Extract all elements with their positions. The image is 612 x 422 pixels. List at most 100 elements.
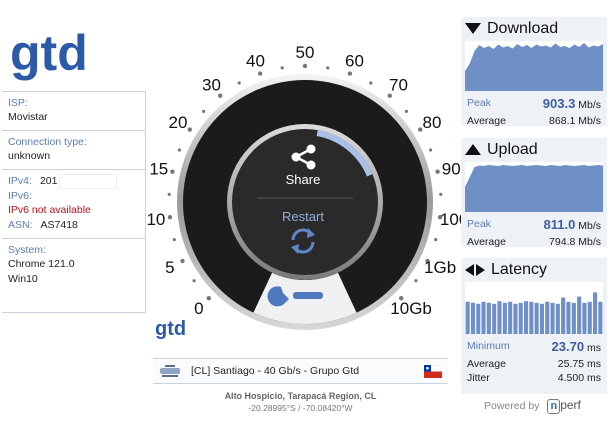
server-selector[interactable]: [CL] Santiago - 40 Gb/s - Grupo Gtd xyxy=(153,358,448,384)
isp-label: ISP: xyxy=(8,97,28,109)
download-title: Download xyxy=(487,20,559,37)
download-trace xyxy=(465,43,603,91)
nperf-logo[interactable]: n perf xyxy=(547,398,581,414)
upload-panel: Upload Peak 811.0 Mb/s Average 794.8 Mb/… xyxy=(461,138,607,249)
upload-peak-unit: Mb/s xyxy=(578,220,601,232)
gauge-scale-label: 30 xyxy=(202,76,221,95)
asn-label: ASN: xyxy=(8,219,33,231)
gauge-scale-label: 10 xyxy=(146,210,165,229)
download-arrow-icon xyxy=(465,23,481,34)
gauge-tick-dot xyxy=(302,63,308,69)
gauge-scale-label: 10Gb xyxy=(390,299,432,318)
gauge-scale-label: 40 xyxy=(246,51,265,70)
server-location: Alto Hospicio, Tarapacá Region, CL xyxy=(224,391,377,401)
gauge-tick-dot xyxy=(434,238,438,242)
latency-minimum-row: Minimum 23.70 ms xyxy=(461,338,607,357)
latency-bar xyxy=(561,297,566,334)
gauge-scale-label: 70 xyxy=(389,76,408,95)
latency-bar xyxy=(476,303,481,334)
gauge-tick-dot xyxy=(202,109,206,113)
jitter-label: Jitter xyxy=(467,372,490,384)
gauge-tick-dot xyxy=(206,296,211,301)
connection-type-value: unknown xyxy=(8,150,51,162)
gauge-tick-dot xyxy=(180,258,185,264)
gauge-tick-dot xyxy=(429,148,433,152)
latency-title: Latency xyxy=(491,261,548,278)
latency-panel: Latency Minimum 23.70 ms Average 25.75 m… xyxy=(461,258,607,394)
system-browser: Chrome 121.0 xyxy=(8,258,75,270)
latency-bar xyxy=(524,301,529,334)
upload-chart xyxy=(465,162,603,212)
latency-bar xyxy=(587,301,592,334)
jitter-value: 4.500 ms xyxy=(557,372,601,384)
latency-bar xyxy=(508,301,513,334)
latency-bar xyxy=(492,303,497,334)
isp-group: ISP: Movistar xyxy=(2,92,145,131)
gtd-logo: gtd xyxy=(10,25,88,81)
upload-average-label: Average xyxy=(467,236,506,248)
latency-average-label: Average xyxy=(467,358,506,370)
latency-chart xyxy=(465,282,603,334)
powered-by: Powered by n perf xyxy=(484,398,581,414)
latency-average-value: 25.75 ms xyxy=(557,358,601,370)
ipv6-label: IPv6: xyxy=(8,190,32,202)
ip-redaction xyxy=(59,174,118,189)
isp-value: Movistar xyxy=(8,111,48,123)
latency-header: Latency xyxy=(461,258,607,282)
gauge-tick-dot xyxy=(414,279,418,283)
upload-trace xyxy=(465,165,603,212)
gauge-tick-dot xyxy=(257,71,263,76)
gauge-scale-label: 50 xyxy=(296,43,315,62)
jitter-row: Jitter 4.500 ms xyxy=(461,371,607,385)
latency-bar xyxy=(502,302,507,334)
gauge-scale-label: 90 xyxy=(442,160,461,179)
gauge-tick-dot xyxy=(170,169,175,174)
download-peak-label: Peak xyxy=(467,97,491,109)
server-icon xyxy=(160,365,180,377)
gauge-tick-dot xyxy=(280,66,284,70)
latency-bar xyxy=(539,303,544,334)
ipv4-label: IPv4: xyxy=(8,175,32,187)
gauge-tick-dot xyxy=(187,127,192,132)
download-peak-unit: Mb/s xyxy=(578,99,601,111)
latency-bar xyxy=(566,301,571,334)
latency-bar xyxy=(465,301,470,334)
latency-bar xyxy=(486,302,491,334)
upload-peak-label: Peak xyxy=(467,218,491,230)
gauge-svg: 05101520304050607080901001Gb10Gb Share R… xyxy=(146,43,465,330)
gauge-scale-label: 60 xyxy=(345,51,364,70)
upload-average-row: Average 794.8 Mb/s xyxy=(461,235,607,249)
latency-arrows-icon xyxy=(465,264,485,276)
latency-bar xyxy=(518,302,523,334)
connection-info-panel: ISP: Movistar Connection type: unknown I… xyxy=(2,91,146,313)
server-name: [CL] Santiago - 40 Gb/s - Grupo Gtd xyxy=(191,365,360,377)
latency-bar xyxy=(470,302,475,334)
gauge-tick-dot xyxy=(404,109,408,113)
upload-peak-row: Peak 811.0 Mb/s xyxy=(461,216,607,235)
download-panel: Download Peak 903.3 Mb/s Average 868.1 M… xyxy=(461,17,607,128)
speed-gauge: 05101520304050607080901001Gb10Gb Share R… xyxy=(145,40,465,350)
system-label: System: xyxy=(8,244,46,256)
gauge-tick-dot xyxy=(439,192,443,196)
gauge-tick-dot xyxy=(347,71,353,76)
asn-row: ASN: AS7418 xyxy=(8,218,139,233)
latency-bar xyxy=(593,292,598,334)
latency-bar xyxy=(598,301,603,334)
gauge-scale-label: 15 xyxy=(149,160,168,179)
latency-minimum-label: Minimum xyxy=(467,340,510,352)
download-peak-row: Peak 903.3 Mb/s xyxy=(461,95,607,114)
download-average-row: Average 868.1 Mb/s xyxy=(461,114,607,128)
gauge-scale-label: 5 xyxy=(165,258,174,277)
gauge-tick-dot xyxy=(237,81,241,85)
ipv4-row: IPv4: 201 xyxy=(8,174,139,189)
chile-flag-icon xyxy=(424,364,442,378)
ipv6-value: IPv6 not available xyxy=(8,204,91,216)
upload-peak-value: 811.0 xyxy=(543,217,576,232)
server-coordinates: -20.28995°S / -70.08420°W xyxy=(248,403,353,413)
connection-type-label: Connection type: xyxy=(8,136,87,148)
gauge-scale-label: 1Gb xyxy=(424,258,456,277)
download-average-value: 868.1 Mb/s xyxy=(549,115,601,127)
latency-average-row: Average 25.75 ms xyxy=(461,357,607,371)
latency-bar xyxy=(513,303,518,334)
gauge-scale-label: 80 xyxy=(423,113,442,132)
